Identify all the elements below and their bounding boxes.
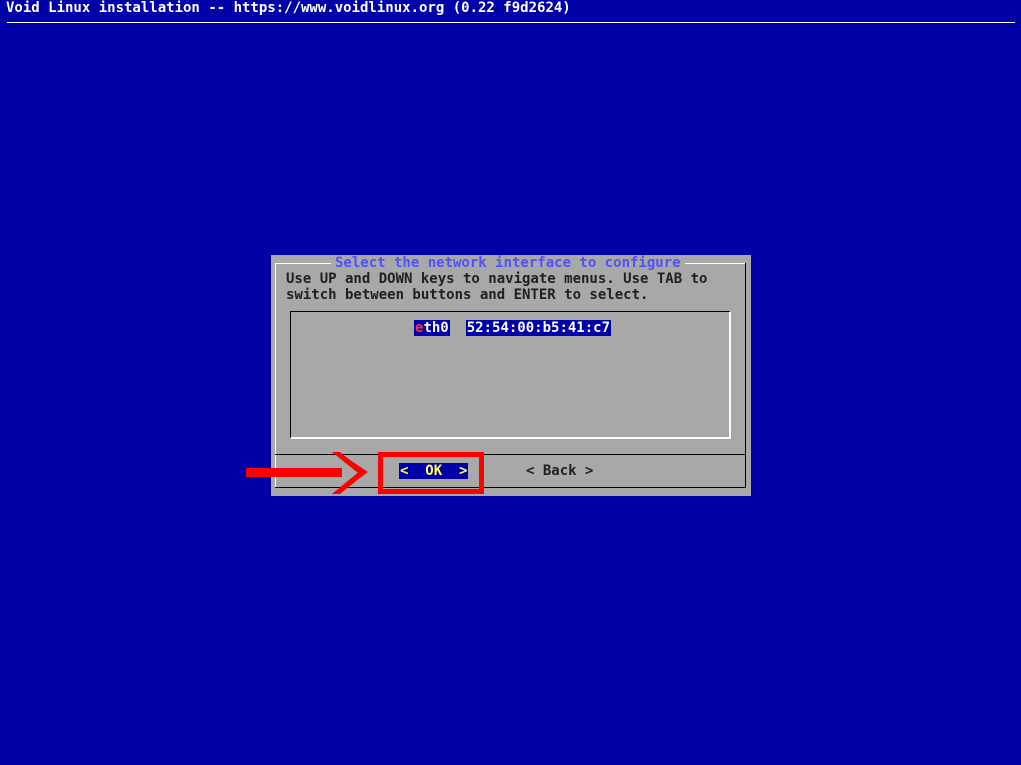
back-button[interactable]: < Back > [526,463,593,479]
dialog-title: Select the network interface to configur… [331,255,685,271]
menu-item-eth0[interactable]: eth0 52:54:00:b5:41:c7 [414,320,612,336]
menu-item-description: 52:54:00:b5:41:c7 [465,320,612,336]
prompt-line-1: Use UP and DOWN keys to navigate menus. … [286,271,708,287]
prompt-line-2: switch between buttons and ENTER to sele… [286,287,649,303]
annotation-highlight-box [378,452,484,494]
annotation-arrow-icon [246,452,368,494]
backtitle: Void Linux installation -- https://www.v… [6,0,571,16]
dialog-prompt: Use UP and DOWN keys to navigate menus. … [286,271,736,303]
menu-item-tag: eth0 [414,320,450,336]
installer-screen: Void Linux installation -- https://www.v… [0,0,1021,765]
menu-list: eth0 52:54:00:b5:41:c7 [290,311,731,439]
menu-item-tag-rest: th0 [423,320,449,336]
backtitle-divider [7,22,1015,23]
